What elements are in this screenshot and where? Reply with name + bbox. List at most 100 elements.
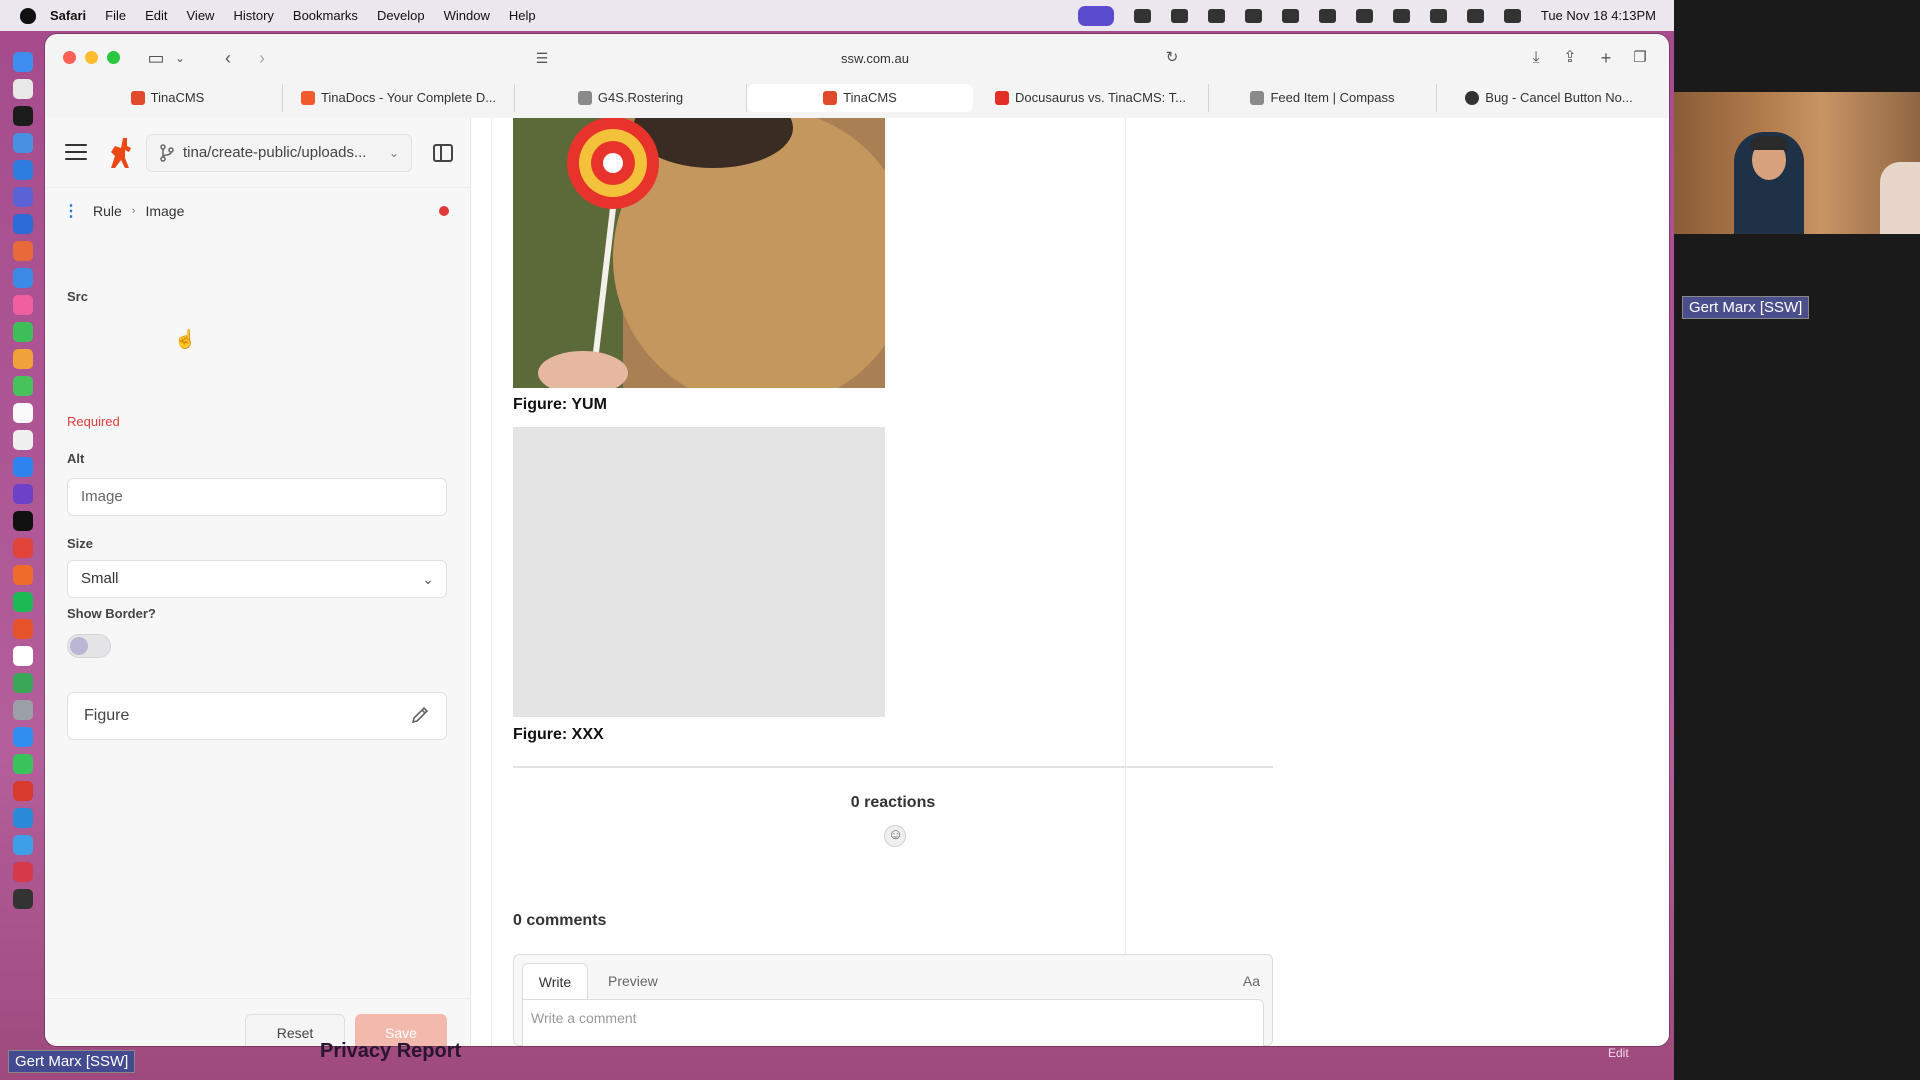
finder-icon[interactable] (13, 52, 33, 72)
reload-icon[interactable]: ↻ (1161, 47, 1183, 69)
tab-bug[interactable]: Bug - Cancel Button No... (1437, 84, 1661, 112)
image-upload-area[interactable] (67, 308, 447, 408)
app-icon[interactable] (13, 727, 33, 747)
tab-write[interactable]: Write (522, 963, 588, 999)
menu-help[interactable]: Help (509, 8, 536, 23)
xcode-icon[interactable] (13, 457, 33, 477)
app-icon[interactable] (13, 835, 33, 855)
panel-toggle-icon[interactable] (433, 144, 453, 162)
tab-compass[interactable]: Feed Item | Compass (1209, 84, 1437, 112)
pencil-icon[interactable] (410, 705, 430, 725)
tab-docusaurus[interactable]: Docusaurus vs. TinaCMS: T... (973, 84, 1209, 112)
facetime-icon[interactable] (13, 376, 33, 396)
photos-icon[interactable] (13, 349, 33, 369)
app-icon[interactable] (13, 889, 33, 909)
tab-label: TinaDocs - Your Complete D... (320, 90, 497, 105)
minimize-window-button[interactable] (85, 51, 98, 64)
size-select[interactable]: Small ⌄ (67, 560, 447, 598)
app-icon[interactable] (13, 538, 33, 558)
menu-app-name[interactable]: Safari (50, 8, 86, 23)
more-vertical-icon[interactable]: ⋮ (63, 201, 79, 221)
todo-icon[interactable] (13, 214, 33, 234)
package-icon[interactable] (1170, 8, 1188, 23)
play-icon[interactable] (1281, 8, 1299, 23)
sidebar-toggle-icon[interactable]: ▭ (145, 47, 167, 69)
gift-icon[interactable] (1244, 8, 1262, 23)
settings-icon[interactable] (13, 700, 33, 720)
skype-icon[interactable] (1207, 8, 1225, 23)
link-icon[interactable] (1429, 8, 1447, 23)
menu-edit[interactable]: Edit (145, 8, 167, 23)
comment-input[interactable]: Write a comment (522, 999, 1264, 1046)
hamburger-menu-icon[interactable] (65, 144, 87, 162)
safari-icon[interactable] (13, 268, 33, 288)
mail-icon[interactable] (13, 133, 33, 153)
spotify-icon[interactable] (13, 592, 33, 612)
terminal-icon[interactable] (13, 511, 33, 531)
teams-icon[interactable] (13, 187, 33, 207)
paw-icon[interactable] (1318, 8, 1336, 23)
calendar-icon[interactable] (13, 403, 33, 423)
reminders-icon[interactable] (13, 430, 33, 450)
tab-tinacms-1[interactable]: TinaCMS (53, 84, 283, 112)
new-tab-icon[interactable]: + (1595, 47, 1617, 69)
firefox-icon[interactable] (13, 619, 33, 639)
safari-window: ▭ ⌄ ‹ › ☰ ssw.com.au ↻ ⤓ ⇪ + ❐ TinaCMS T… (45, 34, 1669, 1046)
address-bar[interactable]: ssw.com.au (535, 46, 1215, 72)
forward-icon[interactable]: › (251, 47, 273, 69)
browser-icon[interactable] (13, 241, 33, 261)
app-icon[interactable] (13, 565, 33, 585)
branch-selector[interactable]: tina/create-public/uploads... ⌄ (146, 134, 412, 172)
menu-bookmarks[interactable]: Bookmarks (293, 8, 358, 23)
tab-label: G4S.Rostering (597, 90, 684, 105)
notes-icon[interactable] (1133, 8, 1151, 23)
chevron-down-icon[interactable]: ⌄ (169, 47, 191, 69)
chrome-icon[interactable] (13, 646, 33, 666)
numbers-icon[interactable] (13, 754, 33, 774)
bluetooth-icon[interactable] (1355, 8, 1373, 23)
tab-tinadocs[interactable]: TinaDocs - Your Complete D... (283, 84, 515, 112)
screen-share-icon[interactable] (1077, 5, 1114, 26)
zoom-window-button[interactable] (107, 51, 120, 64)
g4s-favicon-icon (577, 91, 592, 105)
menu-window[interactable]: Window (444, 8, 490, 23)
formatting-button[interactable]: Aa (1243, 963, 1260, 999)
figure-field[interactable]: Figure (67, 692, 447, 740)
acrobat-icon[interactable] (13, 781, 33, 801)
required-error: Required (67, 414, 120, 429)
messages-icon[interactable] (13, 322, 33, 342)
tab-g4s-rostering[interactable]: G4S.Rostering (515, 84, 747, 112)
downloads-icon[interactable]: ⤓ (1525, 47, 1547, 69)
search-icon[interactable] (1466, 8, 1484, 23)
app-icon[interactable] (13, 862, 33, 882)
app-icon[interactable] (13, 673, 33, 693)
tina-llama-logo-icon[interactable] (105, 136, 133, 170)
breadcrumb-rule[interactable]: Rule (93, 203, 122, 219)
tab-overview-icon[interactable]: ❐ (1629, 47, 1651, 69)
launchpad-icon[interactable] (13, 79, 33, 99)
tab-preview[interactable]: Preview (608, 963, 658, 999)
control-center-icon[interactable] (1503, 8, 1521, 23)
menu-develop[interactable]: Develop (377, 8, 425, 23)
podcasts-icon[interactable] (13, 484, 33, 504)
chevron-right-icon: › (131, 205, 136, 217)
close-window-button[interactable] (63, 51, 76, 64)
tab-tinacms-active[interactable]: TinaCMS (747, 84, 973, 112)
apple-menu-icon[interactable] (20, 7, 36, 24)
app-icon[interactable] (13, 808, 33, 828)
add-reaction-smiley-icon[interactable] (884, 825, 906, 847)
show-border-toggle[interactable] (67, 634, 111, 658)
menu-file[interactable]: File (105, 8, 126, 23)
menu-view[interactable]: View (187, 8, 215, 23)
app-icon[interactable] (13, 106, 33, 126)
menu-history[interactable]: History (233, 8, 273, 23)
appstore-icon[interactable] (13, 160, 33, 180)
back-icon[interactable]: ‹ (217, 47, 239, 69)
battery-icon[interactable] (1392, 8, 1410, 23)
app-icon[interactable] (13, 295, 33, 315)
share-icon[interactable]: ⇪ (1559, 47, 1581, 69)
alt-input[interactable]: Image (67, 478, 447, 516)
edit-label[interactable]: Edit (1608, 1046, 1629, 1060)
privacy-report-title: Privacy Report (320, 1040, 462, 1062)
menubar-clock[interactable]: Tue Nov 18 4:13PM (1541, 8, 1656, 23)
